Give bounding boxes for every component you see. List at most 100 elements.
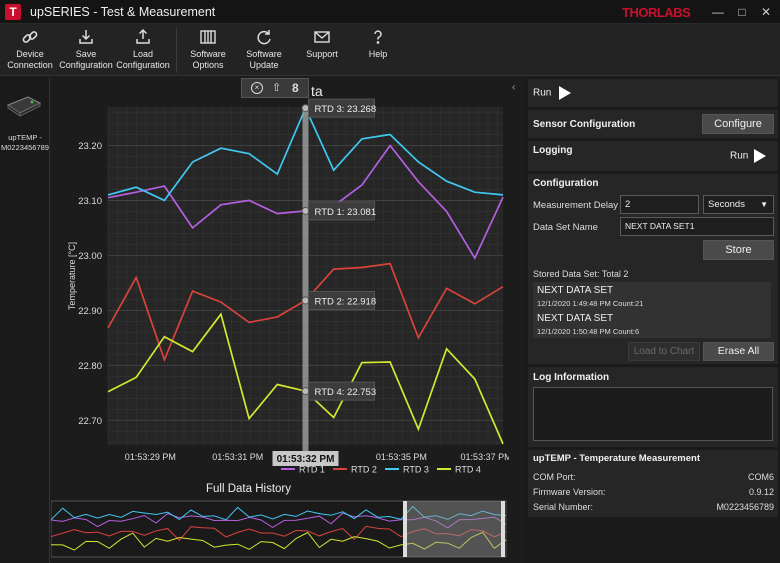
device-icon: [6, 96, 42, 117]
measurement-delay-input[interactable]: 2: [620, 195, 699, 214]
firmware-value: 0.9.12: [748, 487, 774, 497]
tooltip-label: RTD 1: 23.081: [315, 207, 377, 218]
chart-area: 23.20 23.10 23.00 22.90 22.80 22.70 01:53:29 P…: [51, 77, 509, 563]
logging-run-label: Run: [730, 150, 749, 162]
device-pane: upTEMP - M0223456789: [0, 77, 50, 563]
dataset-name-input[interactable]: NEXT DATA SET1: [620, 217, 774, 236]
y-tick-label: 22.70: [78, 416, 102, 427]
delay-unit-select[interactable]: Seconds ▼: [703, 195, 774, 214]
log-info-box[interactable]: [533, 387, 773, 441]
load-icon: [136, 28, 150, 44]
serial-label: Serial Number:: [533, 502, 594, 512]
toolbar-label: Connection: [7, 60, 53, 70]
maximize-icon[interactable]: □: [732, 3, 752, 21]
logging-run-button[interactable]: Run: [730, 149, 767, 163]
chart-clear-icon[interactable]: ×: [251, 82, 263, 94]
device-info-title: upTEMP - Temperature Measurement: [533, 453, 700, 464]
right-panel: Run Sensor Configuration Configure Loggi…: [526, 77, 780, 563]
cursor-line: [302, 107, 309, 453]
help-button[interactable]: Help: [350, 28, 406, 60]
software-options-button[interactable]: Software Options: [180, 28, 236, 71]
legend-label: RTD 4: [455, 465, 481, 475]
device-serial: M0223456789: [1, 143, 49, 152]
toolbar-label: Load: [132, 49, 154, 59]
configuration-section: Configuration Measurement Delay 2 Second…: [528, 174, 778, 364]
chart-mini-toolbar: × ⇧ 8: [241, 78, 309, 98]
store-button[interactable]: Store: [703, 240, 774, 260]
configuration-title: Configuration: [533, 178, 599, 189]
dataset-name: NEXT DATA SET: [537, 285, 614, 296]
history-selection: [405, 501, 503, 557]
cursor-point: [301, 296, 310, 305]
tooltip-label: RTD 2: 22.918: [315, 296, 377, 307]
list-item[interactable]: NEXT DATA SET 12/1/2020 1:50:48 PM Count…: [533, 310, 771, 338]
mail-icon: [314, 31, 330, 43]
brand-logo: THORLABS: [622, 5, 691, 20]
logging-title: Logging: [533, 145, 573, 156]
save-configuration-button[interactable]: Save Configuration: [58, 28, 114, 71]
toolbar: Device Connection Save Configuration Loa…: [0, 24, 780, 76]
run-button[interactable]: Run: [533, 86, 572, 100]
chart-title: ta: [311, 83, 323, 99]
software-update-button[interactable]: Software Update: [236, 28, 292, 71]
legend-label: RTD 1: [299, 465, 325, 475]
support-button[interactable]: Support: [294, 28, 350, 60]
legend-label: RTD 2: [351, 465, 377, 475]
help-icon: [374, 30, 382, 44]
dataset-list[interactable]: NEXT DATA SET 12/1/2020 1:49:48 PM Count…: [533, 282, 771, 338]
update-icon: [257, 30, 271, 45]
history-handle-left: [403, 501, 407, 557]
legend-label: RTD 3: [403, 465, 429, 475]
sensor-config-title: Sensor Configuration: [533, 119, 636, 130]
toolbar-label: Help: [368, 49, 388, 59]
history-title: Full Data History: [206, 483, 291, 495]
dataset-name-label: Data Set Name: [533, 222, 598, 233]
cursor-time-label: 01:53:32 PM: [277, 454, 335, 465]
y-tick-label: 23.20: [78, 141, 102, 152]
chart-pause-icon[interactable]: 8: [292, 81, 299, 95]
log-info-section: Log Information: [528, 367, 778, 447]
log-info-title: Log Information: [533, 372, 610, 383]
options-icon: [200, 30, 216, 44]
delay-unit-value: Seconds: [708, 199, 745, 210]
run-section: Run: [528, 79, 778, 107]
cursor-point: [301, 387, 310, 396]
com-port-value: COM6: [747, 472, 774, 482]
link-icon: [22, 31, 38, 43]
com-port-label: COM Port:: [533, 472, 576, 482]
measurement-delay-label: Measurement Delay: [533, 200, 619, 211]
dataset-meta: 12/1/2020 1:50:48 PM Count:6: [537, 327, 640, 336]
toolbar-label: Save: [75, 49, 97, 59]
firmware-label: Firmware Version:: [533, 487, 606, 497]
title-bar: T upSERIES - Test & Measurement THORLABS…: [0, 0, 780, 24]
sensor-config-section: Sensor Configuration Configure: [528, 110, 778, 138]
chart-export-icon[interactable]: ⇧: [272, 81, 281, 94]
y-axis-label: Temperature [°C]: [67, 242, 77, 310]
configure-button[interactable]: Configure: [702, 114, 774, 134]
load-to-chart-button[interactable]: Load to Chart: [628, 342, 700, 361]
device-tile[interactable]: upTEMP - M0223456789: [0, 77, 50, 157]
serial-value: M0223456789: [716, 502, 774, 512]
dataset-meta: 12/1/2020 1:49:48 PM Count:21: [537, 299, 644, 308]
dataset-name: NEXT DATA SET: [537, 313, 614, 324]
toolbar-label: Support: [306, 49, 338, 59]
erase-all-button[interactable]: Erase All: [703, 342, 774, 361]
cursor-point: [301, 206, 310, 215]
x-tick-label: 01:53:29 PM: [125, 452, 176, 462]
device-connection-button[interactable]: Device Connection: [2, 28, 58, 71]
close-icon[interactable]: ✕: [756, 3, 776, 21]
chevron-down-icon: ▼: [760, 200, 768, 209]
panel-collapse-icon[interactable]: ‹: [512, 82, 515, 93]
save-icon: [79, 30, 93, 44]
x-tick-label: 01:53:35 PM: [376, 452, 427, 462]
device-name: upTEMP -: [8, 133, 42, 142]
list-item[interactable]: NEXT DATA SET 12/1/2020 1:49:48 PM Count…: [533, 282, 771, 310]
toolbar-label: Device: [16, 49, 44, 59]
toolbar-label: Software: [190, 49, 226, 59]
y-tick-label: 23.00: [78, 251, 102, 262]
play-icon: [559, 86, 572, 100]
y-tick-label: 22.90: [78, 306, 102, 317]
minimize-icon[interactable]: —: [708, 3, 728, 21]
x-tick-label: 01:53:37 PM: [461, 452, 509, 462]
load-configuration-button[interactable]: Load Configuration: [114, 28, 172, 71]
